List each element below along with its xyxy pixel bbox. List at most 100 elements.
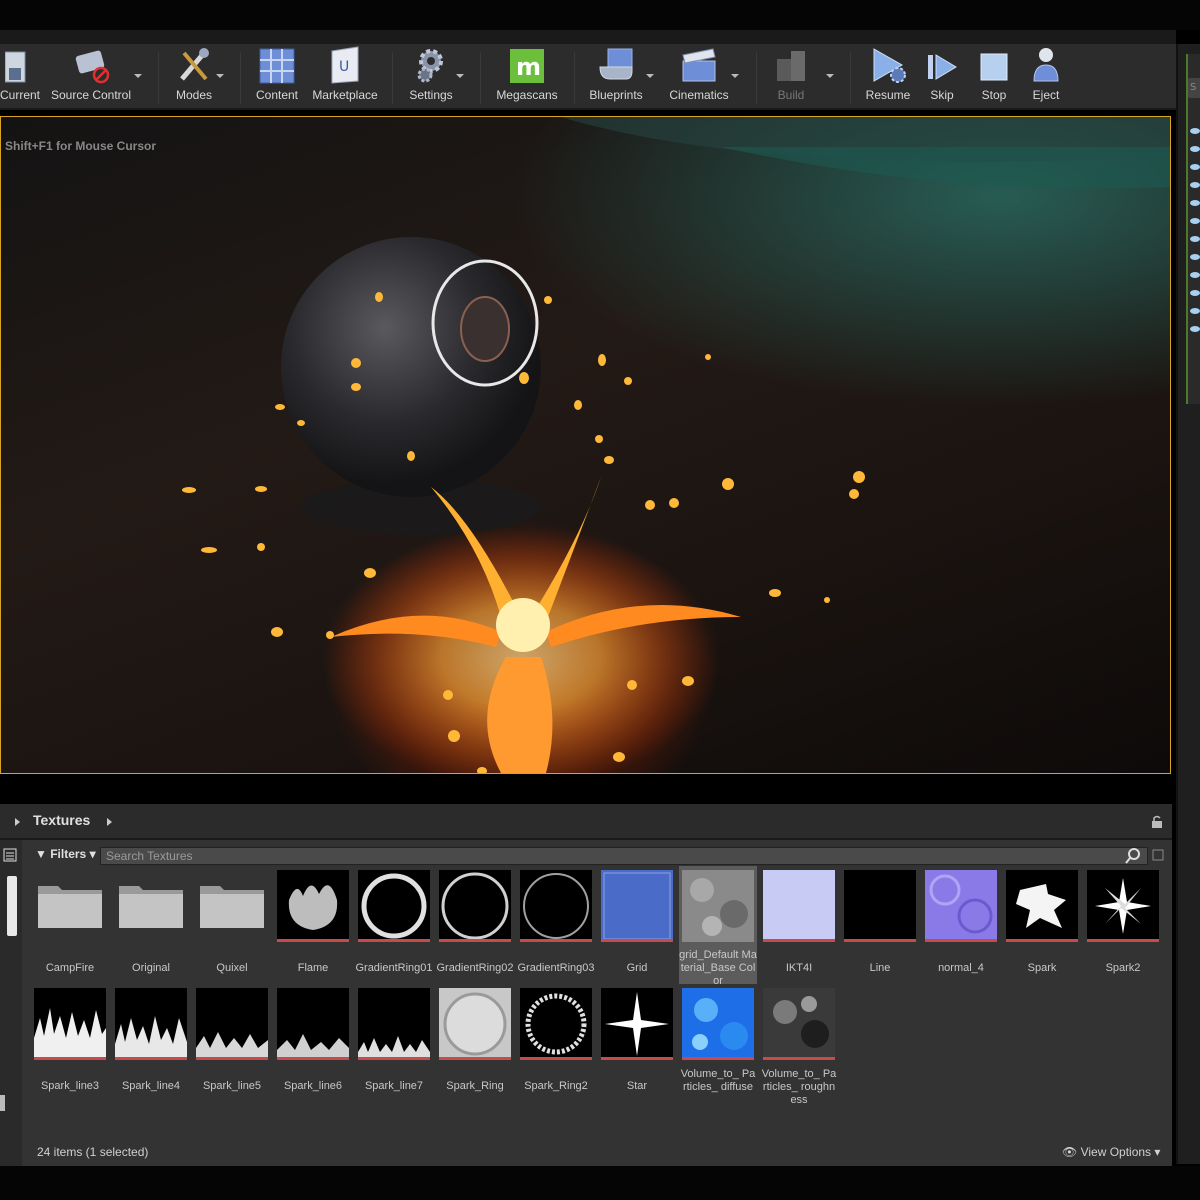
texture-thumbnail [277,988,349,1060]
asset-texture-spark2[interactable]: Spark2 [1084,870,1162,975]
toolbar-tab-strip [0,30,1176,44]
asset-folder-original[interactable]: Original [112,870,190,975]
eject-button[interactable]: Eject [1024,48,1068,108]
path-chevron-icon[interactable] [106,817,114,827]
sources-scroll-thumb[interactable] [0,1095,5,1111]
asset-texture-star[interactable]: Star [598,988,676,1093]
folder-icon [115,870,187,942]
path-chevron-icon[interactable] [14,817,22,827]
asset-texture-spark-ring2[interactable]: Spark_Ring2 [517,988,595,1093]
sources-toggle-icon[interactable] [3,848,17,862]
stop-button[interactable]: Stop [972,48,1016,108]
modes-button[interactable]: Modes [166,48,222,108]
settings-button[interactable]: Settings [404,48,458,108]
asset-texture-grid[interactable]: Grid [598,870,676,975]
visibility-eye-icon[interactable] [1190,146,1200,152]
texture-thumbnail [439,870,511,942]
asset-texture-spark-line3[interactable]: Spark_line3 [31,988,109,1093]
asset-texture-gradientring03[interactable]: GradientRing03 [517,870,595,975]
eject-icon [1026,45,1066,85]
filters-button[interactable]: ▼︎ Filters ▾ [35,847,96,861]
item-count-status: 24 items (1 selected) [37,1145,149,1159]
level-viewport[interactable]: Shift+F1 for Mouse Cursor [0,116,1171,774]
asset-texture-gradientring02[interactable]: GradientRing02 [436,870,514,975]
asset-texture-grid-default-material-base-color[interactable]: grid_Default Material_Base Color [679,866,757,987]
sources-scrollbar[interactable] [7,876,17,936]
view-options-button[interactable]: 👁︎ View Options ▾ [1062,1145,1160,1159]
visibility-eye-icon[interactable] [1190,200,1200,206]
build-button[interactable]: Build [766,48,816,108]
visibility-eye-icon[interactable] [1190,182,1200,188]
toolbar-separator [240,52,241,104]
source-control-button[interactable]: Source Control [48,48,134,108]
asset-texture-spark[interactable]: Spark [1003,870,1081,975]
visibility-eye-icon[interactable] [1190,254,1200,260]
build-icon [771,45,811,85]
modes-dropdown[interactable] [216,74,224,78]
build-dropdown[interactable] [826,74,834,78]
asset-texture-normal-4[interactable]: normal_4 [922,870,1000,975]
save-search-icon[interactable] [1152,849,1164,861]
outliner-list [1186,54,1200,404]
visibility-eye-icon[interactable] [1190,272,1200,278]
marketplace-icon: U [325,45,365,85]
texture-thumbnail [601,870,673,942]
breadcrumb-textures[interactable]: Textures [33,812,90,828]
resume-button[interactable]: Resume [862,48,914,108]
asset-texture-spark-line5[interactable]: Spark_line5 [193,988,271,1093]
asset-texture-spark-line6[interactable]: Spark_line6 [274,988,352,1093]
texture-thumbnail [682,870,754,942]
source-control-dropdown[interactable] [134,74,142,78]
asset-texture-flame[interactable]: Flame [274,870,352,975]
svg-text:U: U [339,59,349,75]
megascans-button[interactable]: m Megascans [490,48,564,108]
visibility-eye-icon[interactable] [1190,326,1200,332]
viewport-scene [182,117,1170,773]
save-current-button[interactable]: Current [0,48,40,108]
blueprints-button[interactable]: Blueprints [584,48,648,108]
search-icon[interactable] [1125,848,1141,864]
texture-thumbnail [520,870,592,942]
texture-thumbnail [358,988,430,1060]
texture-thumbnail [277,870,349,942]
asset-texture-spark-line7[interactable]: Spark_line7 [355,988,433,1093]
texture-thumbnail [520,988,592,1060]
cinematics-button[interactable]: Cinematics [664,48,734,108]
megascans-icon: m [507,47,547,85]
blueprints-dropdown[interactable] [646,74,654,78]
lock-icon[interactable] [1150,815,1164,829]
toolbar-separator [480,52,481,104]
modes-icon [174,45,214,85]
asset-texture-ikt4i[interactable]: IKT4I [760,870,838,975]
visibility-eye-icon[interactable] [1190,128,1200,134]
visibility-eye-icon[interactable] [1190,218,1200,224]
asset-texture-volume-to-particles-diffuse[interactable]: Volume_to_ Particles_ diffuse [679,988,757,1094]
settings-dropdown[interactable] [456,74,464,78]
title-bar [0,0,1200,30]
visibility-eye-icon[interactable] [1190,236,1200,242]
toolbar-separator [392,52,393,104]
content-browser: ▼︎ Filters ▾ Search Textures CampFire Or… [0,840,1172,1166]
marketplace-button[interactable]: U Marketplace [308,45,382,108]
asset-folder-campfire[interactable]: CampFire [31,870,109,975]
asset-texture-spark-ring[interactable]: Spark_Ring [436,988,514,1093]
stop-icon [974,48,1014,85]
cinematics-dropdown[interactable] [731,74,739,78]
asset-texture-spark-line4[interactable]: Spark_line4 [112,988,190,1093]
texture-thumbnail [844,870,916,942]
asset-texture-volume-to-particles-roughness[interactable]: Volume_to_ Particles_ roughness [760,988,838,1107]
asset-folder-quixel[interactable]: Quixel [193,870,271,975]
content-button[interactable]: Content [252,48,302,108]
outliner-search-input[interactable]: S [1188,78,1200,98]
texture-thumbnail [115,988,187,1060]
bottom-bar [0,1166,1200,1200]
search-textures-input[interactable]: Search Textures [100,847,1148,865]
visibility-eye-icon[interactable] [1190,164,1200,170]
visibility-eye-icon[interactable] [1190,308,1200,314]
skip-button[interactable]: Skip [920,48,964,108]
folder-icon [196,870,268,942]
visibility-eye-icon[interactable] [1190,290,1200,296]
asset-texture-gradientring01[interactable]: GradientRing01 [355,870,433,975]
asset-texture-line[interactable]: Line [841,870,919,975]
content-icon [257,47,297,85]
